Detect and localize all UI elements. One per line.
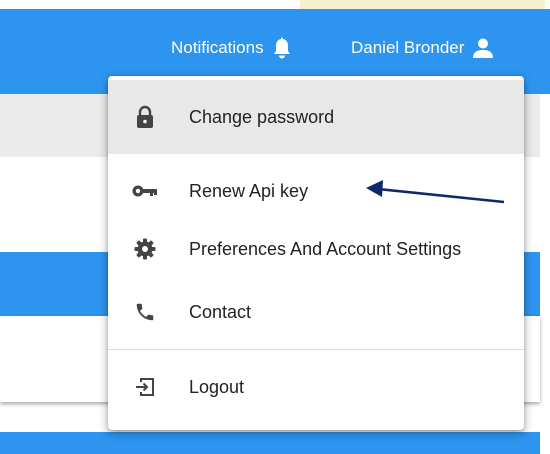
menu-item-label: Preferences And Account Settings (189, 238, 462, 259)
phone-icon (132, 299, 158, 325)
lock-icon (132, 104, 158, 130)
user-icon (472, 37, 494, 59)
menu-item-label: Contact (189, 301, 252, 322)
user-dropdown-menu: Change password Renew Api key Preference… (108, 76, 524, 430)
card-header-bottom (0, 432, 540, 454)
menu-item-contact[interactable]: Contact (108, 275, 524, 349)
menu-item-label: Change password (189, 106, 335, 127)
user-menu-button[interactable]: Daniel Bronder (351, 37, 494, 59)
notifications-button[interactable]: Notifications (171, 37, 292, 59)
bell-icon (272, 37, 292, 59)
menu-item-change-password[interactable]: Change password (108, 80, 524, 154)
key-icon (132, 178, 158, 204)
menu-item-label: Logout (189, 376, 245, 397)
menu-item-logout[interactable]: Logout (108, 350, 524, 424)
notifications-label: Notifications (171, 38, 264, 57)
top-highlight (300, 0, 545, 9)
top-strip (0, 0, 550, 9)
gear-icon (132, 236, 158, 262)
menu-item-label: Renew Api key (189, 180, 309, 201)
user-name: Daniel Bronder (351, 38, 465, 57)
logout-icon (132, 374, 158, 400)
